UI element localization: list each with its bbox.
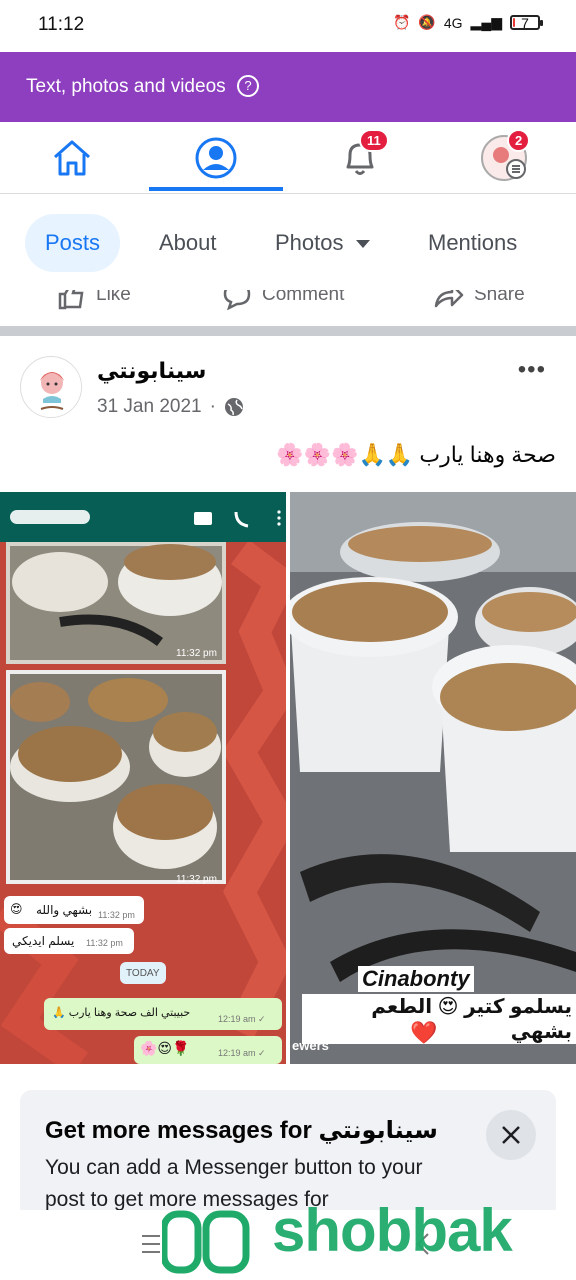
chat-message-3: حبيبتي الف صحة وهنا يارب 🙏 bbox=[52, 1007, 191, 1019]
post-image-right[interactable]: Cinabonty يسلمو كتير 😍 الطعم بشهي ❤️ ewe… bbox=[290, 492, 576, 1064]
status-bar: 11:12 ⏰ 🔕 4G ▂▄▆ 7 bbox=[0, 0, 576, 50]
chat-date-divider: TODAY bbox=[126, 968, 160, 979]
chat-message-3-time: 12:19 am ✓ bbox=[218, 1014, 266, 1024]
battery-level: 7 bbox=[521, 15, 529, 31]
composer-banner[interactable]: Text, photos and videos bbox=[0, 52, 576, 122]
comment-button[interactable]: Comment bbox=[222, 290, 344, 310]
tab-mentions[interactable]: Mentions bbox=[428, 214, 517, 272]
like-label: Like bbox=[96, 290, 131, 305]
close-icon bbox=[502, 1126, 520, 1144]
chat-time-2: 11:32 pm bbox=[176, 874, 217, 885]
share-label: Share bbox=[474, 290, 525, 305]
heart-icon: ❤️ bbox=[410, 1020, 438, 1045]
caret-down-icon bbox=[355, 240, 370, 249]
chat-message-2-time: 11:32 pm bbox=[86, 938, 123, 948]
alarm-icon: ⏰ bbox=[392, 14, 411, 30]
post-actions: Like Comment Share bbox=[0, 290, 576, 326]
nav-notifications[interactable] bbox=[308, 122, 412, 194]
close-button[interactable] bbox=[486, 1110, 536, 1160]
post-meta: 31 Jan 2021 · bbox=[97, 396, 244, 418]
tab-about[interactable]: About bbox=[159, 214, 217, 272]
nav-active-indicator bbox=[149, 187, 283, 191]
mute-icon: 🔕 bbox=[418, 14, 436, 30]
shobbak-logo-icon bbox=[162, 1210, 250, 1274]
home-icon bbox=[54, 140, 90, 176]
post-header: سينابونتي 31 Jan 2021 · ••• bbox=[0, 336, 576, 436]
shobbak-watermark: shobbak bbox=[272, 1197, 513, 1264]
post-text: صحة وهنا يارب 🙏🙏🌸🌸🌸 bbox=[276, 442, 556, 467]
status-time: 11:12 bbox=[38, 14, 85, 35]
tab-photos[interactable]: Photos bbox=[275, 214, 370, 272]
tab-photos-label: Photos bbox=[275, 230, 344, 255]
post-date[interactable]: 31 Jan 2021 bbox=[97, 396, 202, 418]
chat-emoji-1: 😍 bbox=[10, 902, 23, 916]
top-nav: 11 2 bbox=[0, 122, 576, 194]
chat-message-4-time: 12:19 am ✓ bbox=[218, 1048, 266, 1058]
status-icons: ⏰ 🔕 4G ▂▄▆ 7 bbox=[392, 14, 543, 31]
share-button[interactable]: Share bbox=[432, 290, 525, 310]
comment-icon bbox=[223, 290, 251, 310]
help-icon[interactable]: ? bbox=[237, 75, 259, 97]
more-options-icon[interactable]: ••• bbox=[518, 356, 546, 384]
chat-time-1: 11:32 pm bbox=[176, 648, 217, 659]
network-label: 4G bbox=[443, 14, 463, 31]
globe-icon bbox=[224, 398, 243, 416]
chat-emoji-4: 🌸😍🌹 bbox=[140, 1040, 190, 1056]
viewers-label: ewers bbox=[292, 1038, 329, 1053]
profile-icon bbox=[195, 137, 237, 179]
thumbs-up-icon bbox=[58, 290, 84, 310]
share-icon bbox=[434, 290, 464, 308]
profile-tabs: Posts About Photos Mentions bbox=[0, 194, 576, 290]
chat-message-1-time: 11:32 pm bbox=[98, 910, 135, 920]
banner-text: Text, photos and videos bbox=[26, 76, 226, 97]
brand-caption: Cinabonty bbox=[358, 966, 474, 992]
chat-message-1: بشهي والله bbox=[36, 903, 93, 917]
cinabonty-logo-icon bbox=[22, 358, 81, 417]
author-avatar[interactable] bbox=[20, 356, 82, 418]
post-author[interactable]: سينابونتي bbox=[97, 358, 206, 384]
feed-separator bbox=[0, 326, 576, 336]
notifications-badge: 11 bbox=[359, 129, 389, 152]
card-title: Get more messages for سينابونتي bbox=[45, 1117, 438, 1144]
nav-menu[interactable] bbox=[452, 122, 556, 194]
image-caption: يسلمو كتير 😍 الطعم بشهي bbox=[302, 994, 576, 1044]
tab-posts[interactable]: Posts bbox=[25, 214, 121, 272]
battery-icon: 7 bbox=[510, 15, 543, 31]
comment-label: Comment bbox=[262, 290, 345, 305]
nav-profile[interactable] bbox=[164, 122, 268, 194]
meta-separator: · bbox=[209, 396, 216, 417]
post-image-left[interactable]: 11:32 pm 11:32 pm 😍 بشهي والله 11:32 pm … bbox=[0, 492, 286, 1064]
nav-home[interactable] bbox=[20, 122, 124, 194]
signal-icon: ▂▄▆ bbox=[470, 14, 502, 30]
like-button[interactable]: Like bbox=[56, 290, 131, 310]
chat-message-2: يسلم ايديكي bbox=[12, 934, 75, 948]
